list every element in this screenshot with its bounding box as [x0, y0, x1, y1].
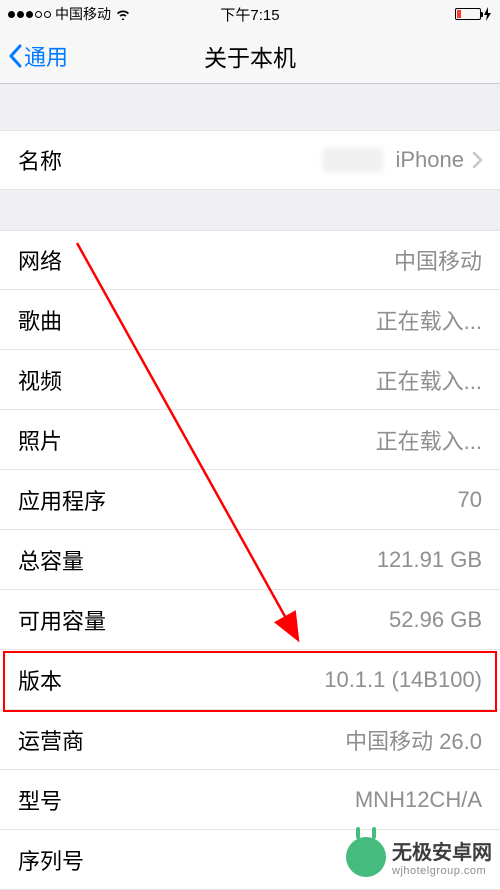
watermark-en: wjhotelgroup.com	[392, 865, 492, 877]
row-value: MNH12CH/A	[355, 787, 482, 813]
status-time: 下午7:15	[220, 4, 279, 25]
row-label: 型号	[18, 784, 62, 816]
back-button[interactable]: 通用	[8, 40, 68, 72]
row-value: 正在载入...	[376, 364, 482, 396]
section-spacer	[0, 84, 500, 130]
table-row: 视频 正在载入...	[0, 350, 500, 410]
row-label: 名称	[18, 144, 62, 176]
row-label: 应用程序	[18, 484, 106, 516]
watermark: 无极安卓网 wjhotelgroup.com	[346, 836, 492, 877]
table-row: 运营商 中国移动 26.0	[0, 710, 500, 770]
row-label: 版本	[18, 664, 62, 696]
battery-icon	[455, 8, 481, 20]
row-label: 运营商	[18, 724, 84, 756]
signal-strength-icon	[8, 11, 51, 18]
table-row: 型号 MNH12CH/A	[0, 770, 500, 830]
info-list: 网络中国移动歌曲正在载入...视频正在载入...照片正在载入...应用程序70总…	[0, 230, 500, 890]
row-value: 121.91 GB	[377, 547, 482, 573]
watermark-logo-icon	[346, 837, 386, 877]
wifi-icon	[115, 8, 131, 20]
table-row: 可用容量 52.96 GB	[0, 590, 500, 650]
page-title: 关于本机	[204, 39, 296, 73]
carrier-label: 中国移动	[55, 4, 111, 24]
row-value: 中国移动 26.0	[345, 724, 482, 756]
row-label: 序列号	[18, 844, 84, 876]
table-row: 应用程序 70	[0, 470, 500, 530]
section-spacer	[0, 190, 500, 230]
row-label: 总容量	[18, 544, 84, 576]
status-right	[455, 7, 492, 21]
name-row[interactable]: 名称 iPhone	[0, 130, 500, 190]
row-label: 网络	[18, 244, 62, 276]
row-value: 中国移动	[394, 244, 482, 276]
navigation-bar: 通用 关于本机	[0, 28, 500, 84]
table-row: 版本 10.1.1 (14B100)	[0, 650, 500, 710]
table-row: 总容量 121.91 GB	[0, 530, 500, 590]
row-label: 可用容量	[18, 604, 106, 636]
chevron-left-icon	[8, 44, 22, 68]
table-row: 照片 正在载入...	[0, 410, 500, 470]
row-value: 正在载入...	[376, 424, 482, 456]
row-value: 10.1.1 (14B100)	[324, 667, 482, 693]
watermark-cn: 无极安卓网	[392, 836, 492, 865]
status-bar: 中国移动 下午7:15	[0, 0, 500, 28]
status-left: 中国移动	[8, 4, 131, 24]
row-value: iPhone	[323, 147, 482, 173]
table-row: 歌曲 正在载入...	[0, 290, 500, 350]
row-value: 52.96 GB	[389, 607, 482, 633]
back-label: 通用	[24, 40, 68, 72]
chevron-right-icon	[472, 152, 482, 168]
row-label: 照片	[18, 424, 62, 456]
row-label: 歌曲	[18, 304, 62, 336]
charging-icon	[484, 7, 492, 21]
table-row: 网络 中国移动	[0, 230, 500, 290]
row-value: 正在载入...	[376, 304, 482, 336]
row-value: 70	[458, 487, 482, 513]
row-label: 视频	[18, 364, 62, 396]
